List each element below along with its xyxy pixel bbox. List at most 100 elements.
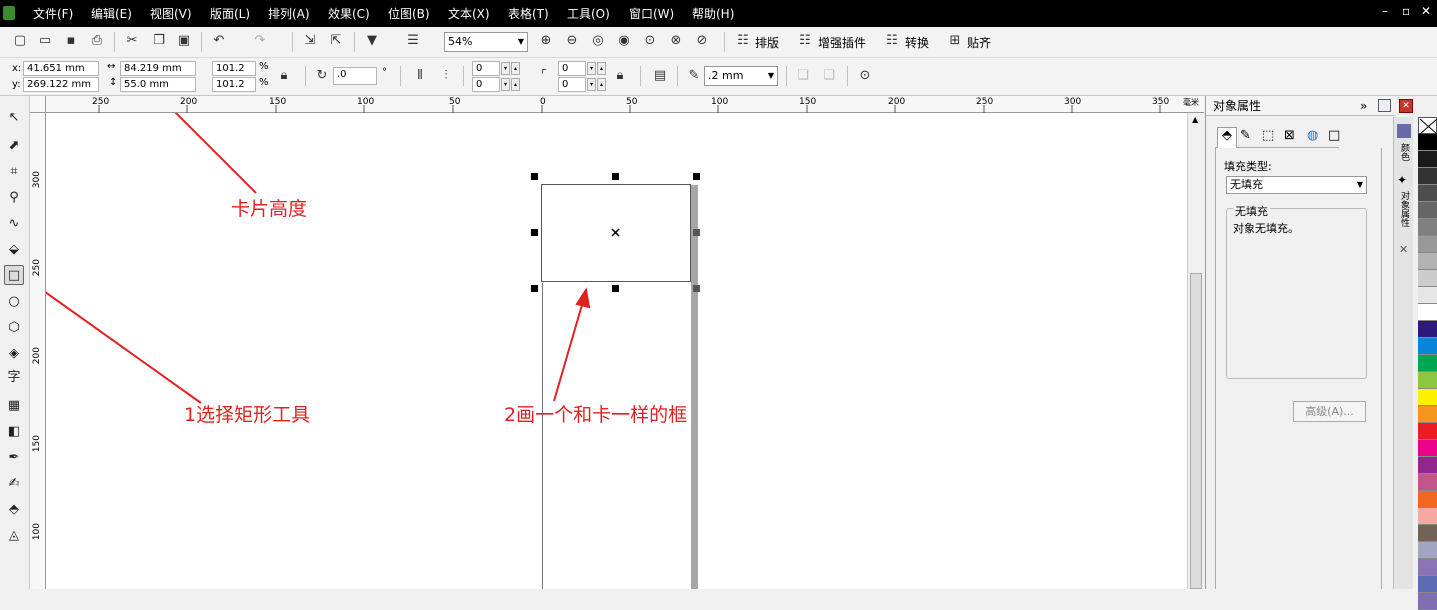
zoom-height-icon[interactable]: ⊘ — [694, 33, 710, 49]
eyedropper-icon[interactable]: ✒ — [4, 448, 24, 468]
color-swatch[interactable] — [1418, 185, 1437, 202]
cut-icon[interactable]: ✂ — [124, 33, 140, 49]
layout-icon[interactable]: ☷ — [735, 33, 751, 49]
scrollbar-thumb[interactable] — [1190, 273, 1202, 589]
color-swatch[interactable] — [1418, 304, 1437, 321]
object-properties-docker-icon[interactable]: ✦ — [1397, 173, 1407, 187]
snap-button[interactable]: 贴齐 — [967, 34, 991, 51]
layout-button[interactable]: 排版 — [755, 34, 779, 51]
copy-icon[interactable]: ❐ — [151, 33, 167, 49]
drawing-canvas[interactable]: 卡片高度 1选择矩形工具 2画一个和卡一样的框 — [46, 113, 1187, 589]
spinner-icon[interactable]: ▾ — [587, 78, 596, 91]
color-swatch[interactable] — [1418, 321, 1437, 338]
to-front-icon[interactable]: ❏ — [795, 68, 811, 84]
to-back-icon[interactable]: ❏ — [821, 68, 837, 84]
menu-layout[interactable]: 版面(L) — [210, 5, 250, 22]
color-swatch[interactable] — [1418, 525, 1437, 542]
general-tab-icon[interactable]: ⬚ — [1262, 128, 1274, 143]
fill-type-select[interactable]: 无填充 ▼ — [1226, 176, 1367, 194]
color-swatch[interactable] — [1418, 338, 1437, 355]
width-field[interactable]: 84.219 mm — [120, 61, 196, 76]
outline-width-select[interactable]: .2 mm ▼ — [704, 66, 778, 86]
close-panel-icon[interactable]: ✕ — [1399, 99, 1413, 113]
menu-edit[interactable]: 编辑(E) — [91, 5, 132, 22]
interactive-blend-icon[interactable]: ◧ — [4, 422, 24, 442]
plugins-icon[interactable]: ☷ — [797, 33, 813, 49]
open-folder-icon[interactable]: ▭ — [37, 33, 53, 49]
corner-bottom-right-field[interactable]: 0 — [558, 77, 586, 92]
close-docker-icon[interactable]: ✕ — [1399, 243, 1408, 256]
spinner-icon[interactable]: ▴ — [597, 62, 606, 75]
color-swatch[interactable] — [1418, 440, 1437, 457]
color-swatch[interactable] — [1418, 151, 1437, 168]
spinner-icon[interactable]: ▾ — [501, 62, 510, 75]
menu-help[interactable]: 帮助(H) — [692, 5, 734, 22]
tab-color[interactable]: 颜色 — [1398, 143, 1411, 168]
menu-view[interactable]: 视图(V) — [150, 5, 192, 22]
interactive-fill-icon[interactable]: ◬ — [4, 526, 24, 546]
zoom-in-icon[interactable]: ⊕ — [538, 33, 554, 49]
color-swatch[interactable] — [1418, 287, 1437, 304]
spinner-icon[interactable]: ▴ — [597, 78, 606, 91]
fill-tab-icon[interactable]: ⬘ — [1217, 127, 1237, 148]
color-swatch[interactable] — [1418, 389, 1437, 406]
minimize-button[interactable]: – — [1382, 4, 1388, 18]
text-tool-icon[interactable]: 字 — [4, 368, 24, 388]
scale-y-field[interactable]: 101.2 — [212, 77, 256, 92]
corner-bottom-left-field[interactable]: 0 — [472, 77, 500, 92]
color-swatch[interactable] — [1418, 406, 1437, 423]
collapse-icon[interactable]: » — [1360, 96, 1367, 116]
height-field[interactable]: 55.0 mm — [120, 77, 196, 92]
polygon-tool-icon[interactable]: ⬡ — [4, 318, 24, 338]
vertical-scrollbar[interactable]: ▲ — [1187, 113, 1204, 589]
color-swatch[interactable] — [1418, 491, 1437, 508]
color-swatch[interactable] — [1418, 355, 1437, 372]
zoom-out-icon[interactable]: ⊖ — [564, 33, 580, 49]
color-swatch[interactable] — [1418, 542, 1437, 559]
spinner-icon[interactable]: ▾ — [501, 78, 510, 91]
rectangle-tool-icon[interactable]: □ — [4, 265, 24, 285]
outline-tab-icon[interactable]: ✎ — [1240, 128, 1251, 143]
zoom-page-icon[interactable]: ⊙ — [642, 33, 658, 49]
wrap-text-icon[interactable]: ▤ — [652, 68, 668, 84]
color-swatch[interactable] — [1418, 423, 1437, 440]
convert-to-curves-icon[interactable]: ⊙ — [857, 68, 873, 84]
color-swatch[interactable] — [1418, 168, 1437, 185]
lock-corners-icon[interactable]: 🔒︎ — [612, 68, 628, 84]
fill-tool-icon[interactable]: ⬘ — [4, 500, 24, 520]
rectangle-tab-icon[interactable]: □ — [1328, 128, 1340, 143]
spinner-icon[interactable]: ▴ — [511, 78, 520, 91]
shape-tool-icon[interactable]: ⬈ — [4, 136, 24, 156]
application-launcher-icon[interactable]: ▼ — [364, 33, 380, 49]
plugins-button[interactable]: 增强插件 — [818, 34, 866, 51]
no-color-swatch[interactable] — [1418, 117, 1437, 135]
freehand-tool-icon[interactable]: ∿ — [4, 214, 24, 234]
spinner-icon[interactable]: ▾ — [587, 62, 596, 75]
snap-icon[interactable]: ⊞ — [947, 33, 963, 49]
color-swatch[interactable] — [1418, 576, 1437, 593]
zoom-width-icon[interactable]: ⊗ — [668, 33, 684, 49]
paste-icon[interactable]: ▣ — [176, 33, 192, 49]
export-icon[interactable]: ⇱ — [328, 33, 344, 49]
welcome-screen-icon[interactable]: ☰ — [405, 33, 421, 49]
color-swatch[interactable] — [1418, 474, 1437, 491]
ellipse-tool-icon[interactable]: ○ — [4, 292, 24, 312]
redo-icon[interactable]: ↷ — [252, 33, 268, 49]
import-icon[interactable]: ⇲ — [302, 33, 318, 49]
pick-tool-icon[interactable]: ↖ — [4, 108, 24, 128]
convert-icon[interactable]: ☷ — [884, 33, 900, 49]
lock-ratio-icon[interactable]: 🔒︎ — [276, 68, 292, 84]
color-docker-icon[interactable] — [1397, 124, 1411, 138]
color-swatch[interactable] — [1418, 508, 1437, 525]
color-swatch[interactable] — [1418, 202, 1437, 219]
table-tool-icon[interactable]: ▦ — [4, 396, 24, 416]
restore-button[interactable]: ▫ — [1402, 4, 1410, 18]
mirror-horizontal-icon[interactable]: ⫴ — [412, 68, 428, 84]
minimize-panel-icon[interactable] — [1378, 99, 1391, 112]
x-position-field[interactable]: 41.651 mm — [23, 61, 99, 76]
zoom-all-icon[interactable]: ◉ — [616, 33, 632, 49]
zoom-level-select[interactable]: 54% ▼ — [444, 32, 528, 52]
rotation-field[interactable]: .0 — [333, 67, 377, 85]
color-swatch[interactable] — [1418, 457, 1437, 474]
menu-effects[interactable]: 效果(C) — [328, 5, 370, 22]
